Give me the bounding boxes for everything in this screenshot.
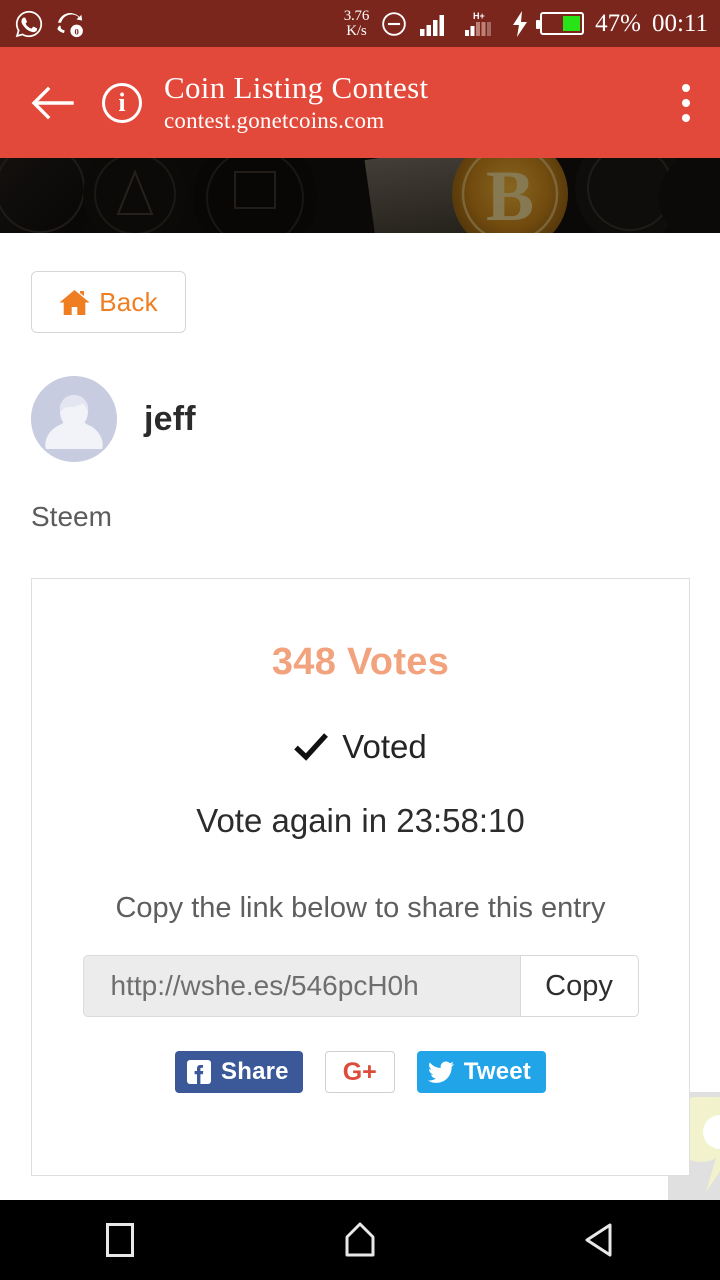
twitter-share-button[interactable]: Tweet <box>416 1051 546 1093</box>
svg-text:H+: H+ <box>473 11 485 21</box>
facebook-share-button[interactable]: Share <box>175 1051 303 1093</box>
android-navigation-bar <box>0 1200 720 1280</box>
copy-hint-text: Copy the link below to share this entry <box>115 892 606 924</box>
check-icon <box>294 733 329 761</box>
back-button[interactable]: Back <box>31 271 186 333</box>
votes-count-label: 348 Votes <box>271 641 450 683</box>
social-share-row: Share G+ Tweet <box>32 1051 689 1093</box>
status-bar-right-icons: 3.76 K/s H+ 47% 00:11 <box>343 7 708 39</box>
share-link-input[interactable]: http://wshe.es/546pcH0h <box>82 955 520 1017</box>
twitter-icon <box>427 1061 454 1083</box>
overflow-dot <box>682 98 690 107</box>
page-content: Back jeff Steem 348 Votes Voted Vote aga… <box>0 233 720 1200</box>
avatar <box>31 376 117 462</box>
copy-button[interactable]: Copy <box>519 955 639 1017</box>
home-pentagon-icon <box>345 1222 375 1257</box>
default-user-avatar-icon <box>31 376 117 462</box>
status-bar-left-icons: 0 <box>14 9 86 39</box>
do-not-disturb-icon <box>382 11 406 36</box>
username: jeff <box>144 399 196 438</box>
back-arrow-icon[interactable] <box>30 83 74 123</box>
vote-card: 348 Votes Voted Vote again in 23:58:10 C… <box>31 578 690 1176</box>
profile-row: jeff <box>31 376 196 462</box>
info-icon-letter: i <box>118 87 126 117</box>
app-bar: i Coin Listing Contest contest.gonetcoin… <box>0 47 720 158</box>
whatsapp-icon <box>15 10 43 37</box>
banner-graphic: B <box>0 158 720 233</box>
data-speed-indicator: 3.76 K/s <box>343 7 370 39</box>
home-icon <box>59 289 90 315</box>
voted-status: Voted <box>32 728 689 766</box>
battery-icon <box>536 12 585 35</box>
back-button-label: Back <box>99 286 158 317</box>
google-plus-label: G+ <box>342 1057 377 1086</box>
missed-call-icon: 0 <box>57 12 83 37</box>
triangle-left-icon <box>585 1223 612 1257</box>
share-link-row: http://wshe.es/546pcH0h Copy <box>32 955 689 1017</box>
twitter-share-label: Tweet <box>463 1058 531 1085</box>
home-button[interactable] <box>300 1200 420 1280</box>
banner-image: B <box>0 158 720 233</box>
clock-label: 00:11 <box>651 9 708 37</box>
vote-again-countdown: Vote again in 23:58:10 <box>196 802 525 839</box>
page-title: Coin Listing Contest <box>164 69 429 105</box>
data-speed-unit: K/s <box>346 22 367 39</box>
status-bar: 0 3.76 K/s H+ 47% 00:11 <box>0 0 720 47</box>
signal-bars-icon-1 <box>420 14 445 36</box>
phone-screen: 0 3.76 K/s H+ 47% 00:11 i Coin Listing C… <box>0 0 720 1280</box>
square-icon <box>106 1223 134 1257</box>
data-speed-value: 3.76 <box>343 7 370 24</box>
google-plus-share-button[interactable]: G+ <box>324 1051 395 1093</box>
voted-label: Voted <box>342 728 427 765</box>
coin-name: Steem <box>31 501 112 532</box>
battery-fill <box>563 16 581 31</box>
signal-bars-icon-2: H+ <box>465 11 492 36</box>
svg-text:0: 0 <box>74 26 79 36</box>
overflow-dot <box>682 113 690 122</box>
facebook-share-label: Share <box>221 1058 289 1085</box>
page-url-subtitle: contest.gonetcoins.com <box>164 107 385 133</box>
app-bar-titles: Coin Listing Contest contest.gonetcoins.… <box>164 70 428 136</box>
overflow-menu-icon[interactable] <box>682 83 698 122</box>
info-icon[interactable]: i <box>102 82 142 123</box>
facebook-icon <box>187 1060 211 1084</box>
back-button-nav[interactable] <box>540 1200 660 1280</box>
charging-bolt-icon <box>513 10 528 37</box>
battery-percent-label: 47% <box>595 9 641 37</box>
recents-button[interactable] <box>60 1200 180 1280</box>
overflow-dot <box>682 83 690 92</box>
